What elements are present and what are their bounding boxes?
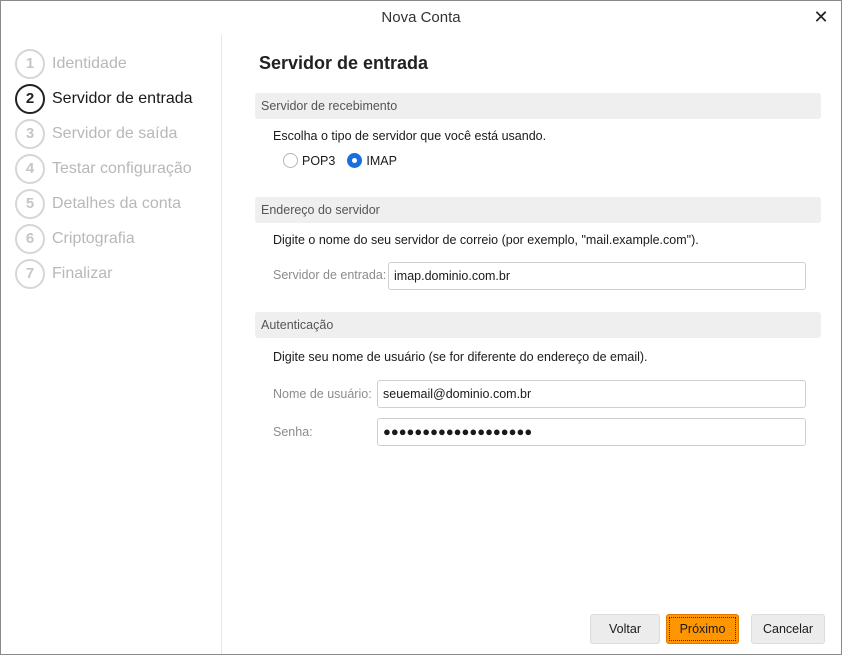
- server-address-description: Digite o nome do seu servidor de correio…: [273, 233, 699, 247]
- password-label: Senha:: [273, 425, 313, 439]
- step-test-config: 4 Testar configuração: [15, 154, 192, 184]
- step-label: Detalhes da conta: [52, 195, 181, 212]
- cancel-button[interactable]: Cancelar: [751, 614, 825, 644]
- step-label: Servidor de entrada: [52, 90, 193, 107]
- password-input[interactable]: ●●●●●●●●●●●●●●●●●●●: [377, 418, 806, 446]
- username-label: Nome de usuário:: [273, 387, 372, 401]
- step-finish: 7 Finalizar: [15, 259, 112, 289]
- step-number: 2: [15, 84, 45, 114]
- server-type-radio-group: POP3 IMAP: [283, 153, 409, 168]
- steps-sidebar: 1 Identidade 2 Servidor de entrada 3 Ser…: [1, 35, 222, 654]
- step-identity: 1 Identidade: [15, 49, 127, 79]
- main-panel: Servidor de entrada Servidor de recebime…: [223, 35, 841, 654]
- username-input[interactable]: seuemail@dominio.com.br: [377, 380, 806, 408]
- section-server-address: Endereço do servidor: [255, 197, 821, 223]
- section-authentication: Autenticação: [255, 312, 821, 338]
- step-number: 7: [15, 259, 45, 289]
- step-label: Servidor de saída: [52, 125, 178, 142]
- step-incoming-server: 2 Servidor de entrada: [15, 84, 193, 114]
- radio-label-pop3: POP3: [302, 153, 336, 168]
- step-number: 1: [15, 49, 45, 79]
- title-bar: Nova Conta ✕: [1, 1, 841, 35]
- auth-description: Digite seu nome de usuário (se for difer…: [273, 350, 648, 364]
- back-button[interactable]: Voltar: [590, 614, 660, 644]
- section-receiving-server: Servidor de recebimento: [255, 93, 821, 119]
- radio-pop3[interactable]: POP3: [283, 153, 335, 168]
- incoming-server-label: Servidor de entrada:: [273, 268, 387, 282]
- close-icon[interactable]: ✕: [809, 6, 833, 28]
- radio-circle[interactable]: [283, 153, 298, 168]
- step-number: 3: [15, 119, 45, 149]
- radio-label-imap: IMAP: [366, 153, 397, 168]
- page-title: Servidor de entrada: [259, 53, 429, 73]
- window-title: Nova Conta: [381, 9, 461, 26]
- step-label: Identidade: [52, 55, 127, 72]
- radio-imap[interactable]: IMAP: [347, 153, 397, 168]
- server-type-description: Escolha o tipo de servidor que você está…: [273, 129, 547, 143]
- incoming-server-input[interactable]: imap.dominio.com.br: [388, 262, 806, 290]
- step-outgoing-server: 3 Servidor de saída: [15, 119, 177, 149]
- step-encryption: 6 Criptografia: [15, 224, 135, 254]
- step-account-details: 5 Detalhes da conta: [15, 189, 181, 219]
- next-button[interactable]: Próximo: [666, 614, 739, 644]
- step-label: Finalizar: [52, 265, 113, 282]
- step-number: 6: [15, 224, 45, 254]
- new-account-dialog: Nova Conta ✕ 1 Identidade 2 Servidor de …: [0, 0, 842, 655]
- radio-circle[interactable]: [347, 153, 363, 168]
- step-label: Criptografia: [52, 230, 135, 247]
- step-label: Testar configuração: [52, 160, 192, 177]
- step-number: 4: [15, 154, 45, 184]
- step-number: 5: [15, 189, 45, 219]
